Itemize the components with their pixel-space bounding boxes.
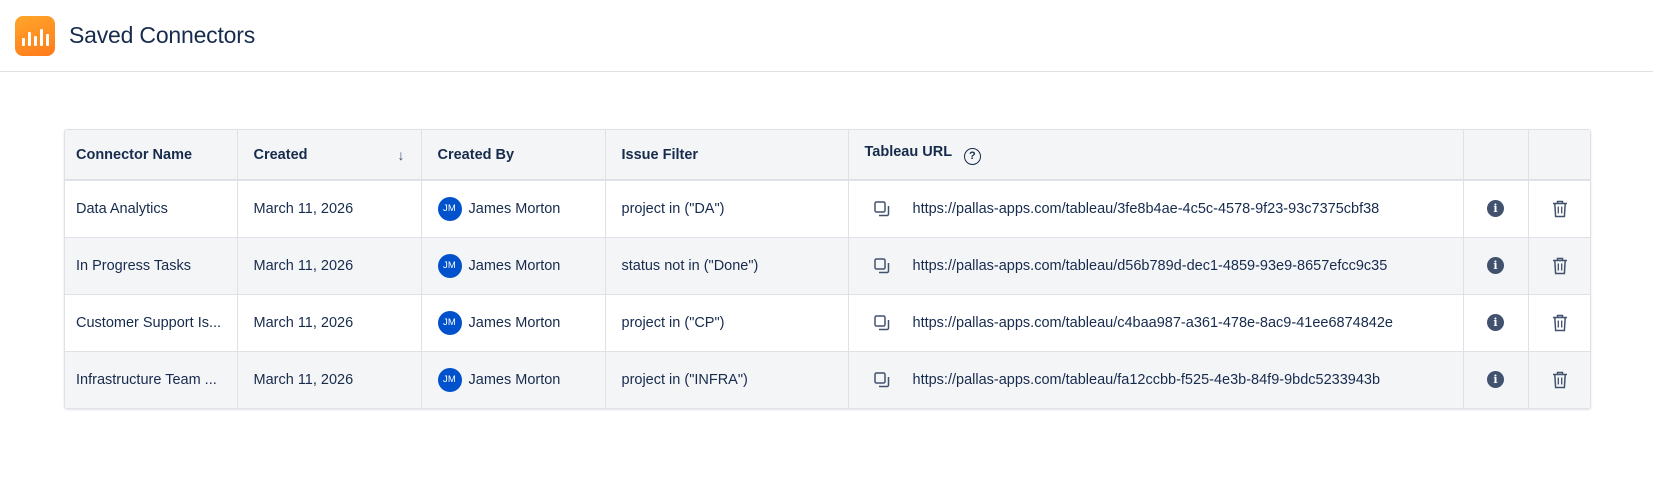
issue-filter-cell: status not in ("Done") [605,237,849,294]
created-by-cell: JM James Morton [421,351,606,408]
avatar: JM [437,196,462,221]
copy-icon[interactable] [873,314,891,332]
tableau-url-text[interactable]: https://pallas-apps.com/tableau/d56b789d… [913,258,1388,274]
app-header: Saved Connectors [0,0,1653,72]
column-header-info [1463,130,1529,180]
created-by-cell: JM James Morton [421,294,606,351]
avatar: JM [437,367,462,392]
created-by-cell: JM James Morton [421,180,606,237]
info-icon[interactable]: i [1487,200,1504,218]
connector-name-cell[interactable]: Infrastructure Team ... [65,351,238,408]
trash-icon[interactable] [1552,371,1568,389]
table-row[interactable]: In Progress Tasks March 11, 2026 JM Jame… [65,237,1590,294]
page-title: Saved Connectors [69,22,256,48]
connector-name-cell[interactable]: Data Analytics [65,180,238,237]
tableau-url-text[interactable]: https://pallas-apps.com/tableau/c4baa987… [913,315,1393,331]
column-header-issue-filter[interactable]: Issue Filter [605,130,849,180]
delete-cell [1528,351,1590,408]
created-by-cell: JM James Morton [421,237,606,294]
connectors-table: Connector Name Created ↓ Created By Issu… [64,129,1591,409]
info-icon[interactable]: i [1487,257,1504,274]
avatar: JM [437,310,462,335]
created-date-cell: March 11, 2026 [237,180,422,237]
info-cell: i [1463,237,1529,294]
column-header-tableau-url: Tableau URL ? [848,130,1464,180]
info-icon[interactable]: i [1487,371,1504,389]
tableau-url-cell: https://pallas-apps.com/tableau/fa12ccbb… [848,351,1464,408]
created-date-cell: March 11, 2026 [237,237,422,294]
delete-cell [1528,294,1590,351]
column-header-created[interactable]: Created ↓ [237,130,422,180]
trash-icon[interactable] [1552,314,1568,332]
issue-filter-cell: project in ("DA") [605,180,849,237]
table-row[interactable]: Data Analytics March 11, 2026 JM James M… [65,180,1590,237]
info-cell: i [1463,180,1529,237]
user-name: James Morton [468,371,561,388]
created-date-cell: March 11, 2026 [237,294,422,351]
trash-icon[interactable] [1552,200,1568,218]
user-name: James Morton [468,257,561,274]
tableau-url-text[interactable]: https://pallas-apps.com/tableau/fa12ccbb… [913,372,1381,388]
user-name: James Morton [468,314,561,331]
column-header-connector-name[interactable]: Connector Name [65,130,238,180]
tableau-url-text[interactable]: https://pallas-apps.com/tableau/3fe8b4ae… [913,201,1380,217]
trash-icon[interactable] [1552,257,1568,275]
column-header-delete [1528,130,1590,180]
issue-filter-cell: project in ("INFRA") [605,351,849,408]
issue-filter-cell: project in ("CP") [605,294,849,351]
question-circle-icon[interactable]: ? [963,147,981,165]
table-row[interactable]: Customer Support Is... March 11, 2026 JM… [65,294,1590,351]
copy-icon[interactable] [873,371,891,389]
user-name: James Morton [468,200,561,217]
column-header-created-by[interactable]: Created By [421,130,606,180]
info-cell: i [1463,351,1529,408]
tableau-url-cell: https://pallas-apps.com/tableau/d56b789d… [848,237,1464,294]
delete-cell [1528,237,1590,294]
info-icon[interactable]: i [1487,314,1504,331]
bar-chart-logo-icon [15,15,55,56]
connector-name-cell[interactable]: Customer Support Is... [65,294,238,351]
info-cell: i [1463,294,1529,351]
table-row[interactable]: Infrastructure Team ... March 11, 2026 J… [65,351,1590,408]
delete-cell [1528,180,1590,237]
connector-name-cell[interactable]: In Progress Tasks [65,237,238,294]
created-date-cell: March 11, 2026 [237,351,422,408]
copy-icon[interactable] [873,257,891,275]
arrow-down-icon[interactable]: ↓ [398,147,405,163]
table-header-row: Connector Name Created ↓ Created By Issu… [65,130,1590,180]
copy-icon[interactable] [873,200,891,218]
tableau-url-cell: https://pallas-apps.com/tableau/c4baa987… [848,294,1464,351]
tableau-url-cell: https://pallas-apps.com/tableau/3fe8b4ae… [848,180,1464,237]
avatar: JM [437,253,462,278]
